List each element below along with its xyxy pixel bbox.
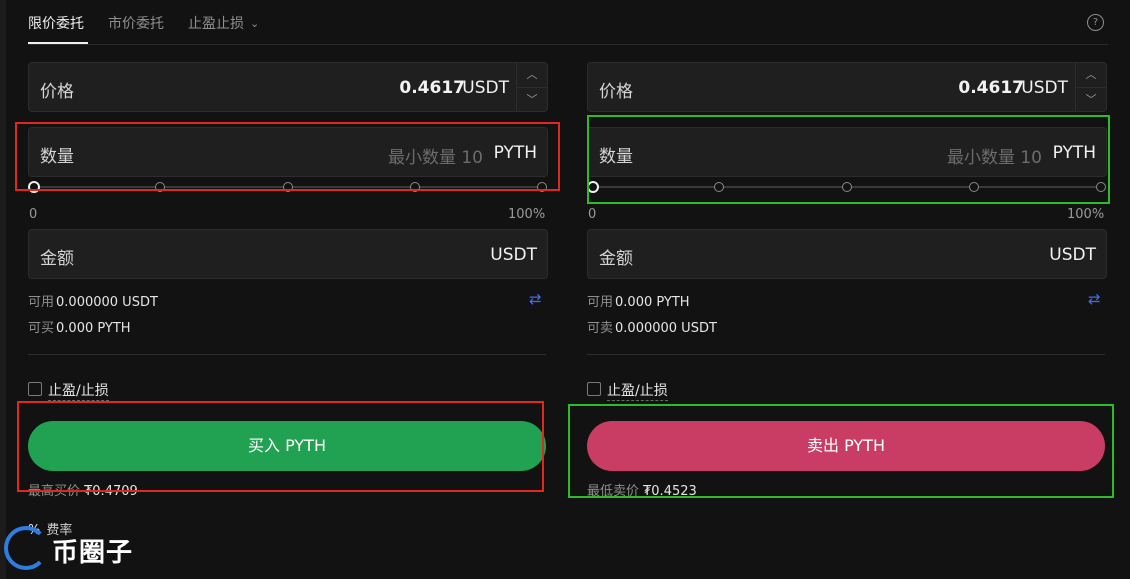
sell-price-field[interactable]: 价格 0.4617 USDT ︿ ﹀ [587, 62, 1107, 112]
sell-available-value: 0.000 PYTH [615, 295, 690, 310]
buy-panel: 价格 0.4617 USDT ︿ ﹀ 数量 最小数量 10 PYTH 0 100… [28, 0, 548, 579]
sell-amount-label: 金额 [599, 249, 633, 269]
sell-slider-max-label: 100% [1067, 207, 1105, 222]
watermark-circle-icon [4, 526, 48, 570]
buy-price-stepper[interactable]: ︿ ﹀ [516, 63, 547, 111]
buy-can-buy-label: 可买 [28, 321, 55, 336]
left-edge [0, 0, 6, 579]
sell-price-value: 0.4617 [958, 78, 1024, 98]
buy-available-value: 0.000000 USDT [56, 295, 158, 310]
chevron-down-icon[interactable]: ﹀ [517, 87, 547, 112]
buy-price-label: 价格 [40, 82, 74, 102]
chevron-down-icon[interactable]: ﹀ [1076, 87, 1106, 112]
chevron-up-icon[interactable]: ︿ [1076, 63, 1106, 87]
buy-divider [28, 354, 546, 355]
sell-price-stepper[interactable]: ︿ ﹀ [1075, 63, 1106, 111]
buy-available: 可用 0.000000 USDT [28, 291, 158, 310]
buy-amount-label: 金额 [40, 249, 74, 269]
sell-divider [587, 354, 1105, 355]
transfer-swap-icon[interactable]: ⇄ [529, 290, 542, 308]
green-highlight-quantity [587, 115, 1110, 204]
chevron-up-icon[interactable]: ︿ [517, 63, 547, 87]
buy-slider-min-label: 0 [29, 207, 38, 222]
buy-can-buy: 可买 0.000 PYTH [28, 317, 131, 336]
sell-price-label: 价格 [599, 82, 633, 102]
sell-slider-min-label: 0 [588, 207, 597, 222]
buy-available-label: 可用 [28, 295, 55, 310]
watermark-text: 币圈子 [52, 538, 134, 568]
sell-tpsl-label[interactable]: 止盈/止损 [607, 380, 668, 401]
buy-slider-max-label: 100% [508, 207, 546, 222]
buy-tpsl-checkbox[interactable] [28, 382, 42, 396]
watermark-logo: 币圈子 [4, 522, 154, 572]
sell-amount-field[interactable]: 金额 USDT [587, 229, 1107, 279]
sell-amount-unit: USDT [1049, 245, 1096, 265]
sell-available-label: 可用 [587, 295, 614, 310]
buy-price-unit: USDT [462, 78, 509, 98]
green-highlight-sell [568, 404, 1114, 498]
red-highlight-quantity [15, 122, 560, 191]
red-highlight-buy [17, 401, 544, 492]
buy-tpsl-label[interactable]: 止盈/止损 [48, 380, 109, 401]
sell-available: 可用 0.000 PYTH [587, 291, 690, 310]
buy-price-field[interactable]: 价格 0.4617 USDT ︿ ﹀ [28, 62, 548, 112]
buy-amount-field[interactable]: 金额 USDT [28, 229, 548, 279]
buy-amount-unit: USDT [490, 245, 537, 265]
buy-can-buy-value: 0.000 PYTH [56, 321, 131, 336]
sell-tpsl-checkbox[interactable] [587, 382, 601, 396]
sell-can-sell-label: 可卖 [587, 321, 614, 336]
sell-can-sell-value: 0.000000 USDT [615, 321, 717, 336]
sell-price-unit: USDT [1021, 78, 1068, 98]
buy-price-value: 0.4617 [399, 78, 465, 98]
sell-can-sell: 可卖 0.000000 USDT [587, 317, 717, 336]
transfer-swap-icon[interactable]: ⇄ [1088, 290, 1101, 308]
